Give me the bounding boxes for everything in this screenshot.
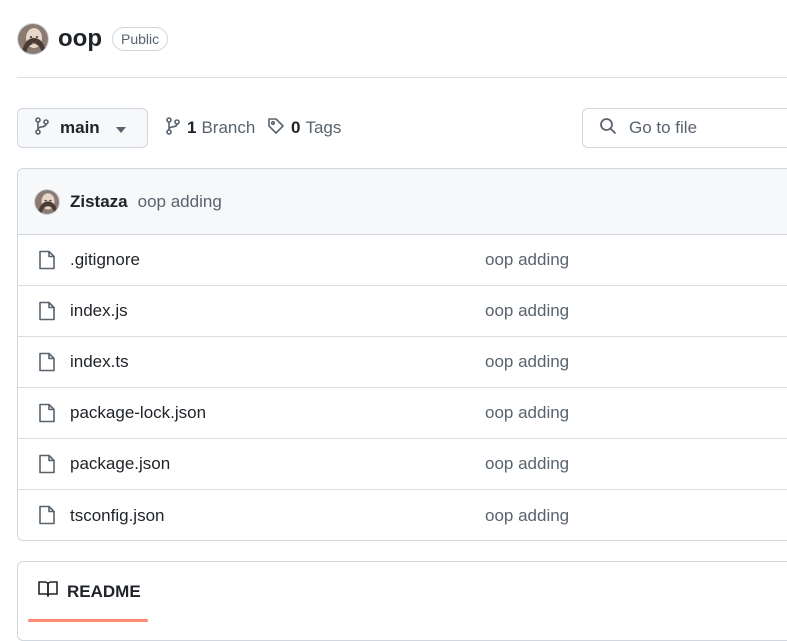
- repo-header: oop Public: [17, 22, 169, 56]
- triangle-down-icon: [115, 118, 126, 138]
- file-name[interactable]: index.js: [70, 301, 128, 321]
- tag-icon: [267, 117, 285, 140]
- tags-link[interactable]: 0 Tags: [267, 108, 341, 148]
- owner-avatar[interactable]: [17, 23, 49, 55]
- file-icon: [38, 505, 56, 530]
- file-name[interactable]: index.ts: [70, 352, 129, 372]
- file-icon: [38, 403, 56, 428]
- header-divider: [17, 77, 787, 78]
- branches-link[interactable]: 1 Branch: [165, 108, 255, 148]
- git-branch-icon: [165, 116, 181, 140]
- readme-tab-label: README: [67, 581, 141, 601]
- file-name[interactable]: .gitignore: [70, 250, 140, 270]
- file-commit-message[interactable]: oop adding: [485, 352, 569, 372]
- git-branch-icon: [34, 116, 50, 140]
- commit-author[interactable]: Zistaza: [70, 192, 128, 212]
- tag-count: 0: [291, 118, 301, 137]
- file-table: Zistaza oop adding .gitignore oop adding i…: [17, 168, 787, 541]
- go-to-file-input[interactable]: [627, 117, 777, 139]
- file-commit-message[interactable]: oop adding: [485, 250, 569, 270]
- branch-name: main: [60, 118, 100, 137]
- file-row[interactable]: package-lock.json oop adding: [18, 388, 787, 439]
- branch-count: 1: [187, 118, 197, 137]
- file-icon: [38, 301, 56, 326]
- file-row[interactable]: .gitignore oop adding: [18, 235, 787, 286]
- repo-toolbar: main 1 Branch 0 Tags: [17, 108, 787, 148]
- file-name[interactable]: package-lock.json: [70, 403, 206, 423]
- repo-name[interactable]: oop: [58, 25, 102, 53]
- go-to-file-search[interactable]: [582, 108, 787, 148]
- branch-label: Branch: [201, 118, 256, 137]
- file-commit-message[interactable]: oop adding: [485, 506, 569, 526]
- file-row[interactable]: index.ts oop adding: [18, 337, 787, 388]
- commit-author-avatar[interactable]: [34, 188, 60, 215]
- search-icon: [599, 117, 617, 140]
- commit-message[interactable]: oop adding: [138, 192, 222, 212]
- file-row[interactable]: tsconfig.json oop adding: [18, 490, 787, 540]
- file-name[interactable]: tsconfig.json: [70, 506, 165, 526]
- file-commit-message[interactable]: oop adding: [485, 301, 569, 321]
- active-tab-underline: [28, 619, 148, 622]
- file-commit-message[interactable]: oop adding: [485, 454, 569, 474]
- file-row[interactable]: index.js oop adding: [18, 286, 787, 337]
- visibility-badge: Public: [111, 27, 169, 51]
- file-name[interactable]: package.json: [70, 454, 170, 474]
- file-icon: [38, 250, 56, 275]
- readme-tab[interactable]: README: [38, 580, 141, 603]
- branch-selector-button[interactable]: main: [17, 108, 148, 148]
- latest-commit-bar: Zistaza oop adding: [18, 169, 787, 235]
- file-list: .gitignore oop adding index.js oop adding in…: [18, 235, 787, 540]
- file-row[interactable]: package.json oop adding: [18, 439, 787, 490]
- readme-panel: README: [17, 561, 787, 641]
- file-icon: [38, 454, 56, 479]
- tag-label: Tags: [305, 118, 342, 137]
- file-icon: [38, 352, 56, 377]
- file-commit-message[interactable]: oop adding: [485, 403, 569, 423]
- book-icon: [38, 580, 58, 603]
